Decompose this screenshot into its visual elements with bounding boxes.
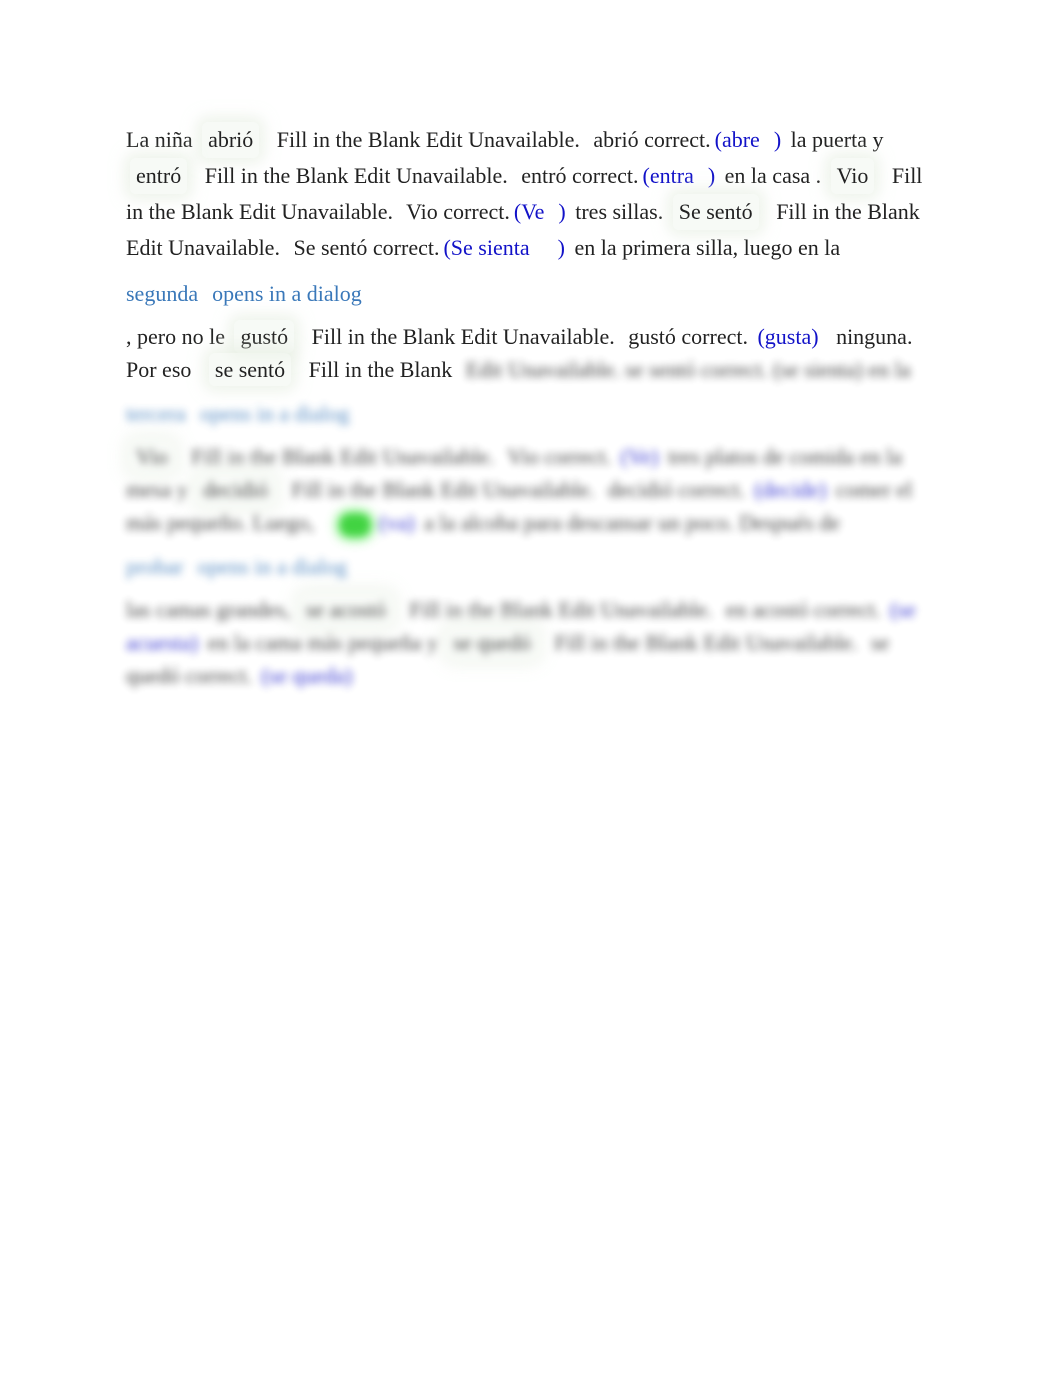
text: en la primera silla, luego en la — [574, 235, 841, 260]
text: La niña — [126, 127, 193, 152]
response: decidió correct. — [608, 477, 745, 502]
text: tres sillas. — [575, 199, 664, 224]
correct-label: correct. — [443, 199, 510, 224]
blank-answer[interactable]: entró — [130, 158, 188, 194]
blank-answer[interactable]: Se sentó — [672, 194, 759, 230]
text: Fill in the Blank — [308, 357, 453, 382]
response: entró — [521, 163, 567, 188]
paragraph-1: La niña abrió Fill in the Blank Edit Una… — [126, 122, 936, 266]
response: gustó — [628, 324, 676, 349]
text: en la casa . — [724, 163, 822, 188]
paragraph-4: las camas grandes, se acostó Fill in the… — [126, 593, 936, 692]
paragraph-3: Vio Fill in the Blank Edit Unavailable. … — [126, 440, 936, 539]
fill-blank-status: Fill in the Blank Edit Unavailable. — [204, 163, 508, 188]
fill-blank-status: Fill in the Blank Edit Unavailable. — [409, 597, 713, 622]
status-dot-icon — [339, 513, 370, 536]
hint: (gusta) — [757, 324, 819, 349]
text: , pero no le — [126, 324, 225, 349]
blurred-text: Edit Unavailable. se sentó correct. (se … — [465, 357, 911, 382]
response: Vio — [406, 199, 438, 224]
text: las camas grandes, — [126, 597, 291, 622]
dialog-link[interactable]: segunda opens in a dialog — [126, 276, 936, 312]
correct-label: correct. — [372, 235, 440, 260]
blank-answer[interactable]: decidió — [197, 473, 274, 506]
hint: (se queda) — [261, 663, 353, 688]
response: Vio correct. — [507, 444, 612, 469]
blank-answer[interactable]: abrió — [202, 122, 260, 158]
response: acostó correct. — [752, 597, 881, 622]
blank-answer[interactable]: se sentó — [208, 353, 292, 386]
text: en — [725, 597, 747, 622]
document-body: La niña abrió Fill in the Blank Edit Una… — [126, 122, 936, 692]
blank-answer[interactable]: Vio — [830, 158, 875, 194]
response: Se sentó — [293, 235, 368, 260]
response: abrió — [593, 127, 639, 152]
paragraph-2: , pero no le gustó Fill in the Blank Edi… — [126, 320, 936, 386]
blank-answer[interactable]: se acostó — [299, 593, 392, 626]
hint: (entra) — [642, 163, 716, 188]
fill-blank-status: Fill in the Blank Edit Unavailable. — [554, 630, 858, 655]
hint: (Ve) — [513, 199, 566, 224]
correct-label: correct. — [681, 324, 748, 349]
hint: (Se sienta) — [443, 235, 565, 260]
fill-blank-status: Fill in the Blank Edit Unavailable. — [191, 444, 495, 469]
hint: (Ve) — [620, 444, 659, 469]
blank-answer[interactable]: se quedó — [447, 626, 537, 659]
dialog-link[interactable]: probar opens in a dialog — [126, 549, 936, 585]
correct-label: correct. — [571, 163, 639, 188]
correct-label: correct. — [644, 127, 711, 152]
fill-blank-status: Fill in the Blank Edit Unavailable. — [276, 127, 580, 152]
blank-answer[interactable]: gustó — [234, 320, 295, 353]
text: la puerta y — [790, 127, 884, 152]
dialog-link[interactable]: tercera opens in a dialog — [126, 396, 936, 432]
text: a la alcoba para descansar un poco. Desp… — [424, 510, 841, 535]
hint: (decide) — [754, 477, 827, 502]
text: en la cama más pequeña y — [207, 630, 438, 655]
fill-blank-status: Fill in the Blank Edit Unavailable. — [311, 324, 615, 349]
blurred-preview: tercera opens in a dialog Vio Fill in the… — [126, 396, 936, 692]
blank-answer[interactable]: Vio — [130, 440, 174, 473]
fill-blank-status: Fill in the Blank Edit Unavailable. — [291, 477, 595, 502]
hint: (abre) — [714, 127, 782, 152]
hint: (va) — [379, 510, 415, 535]
